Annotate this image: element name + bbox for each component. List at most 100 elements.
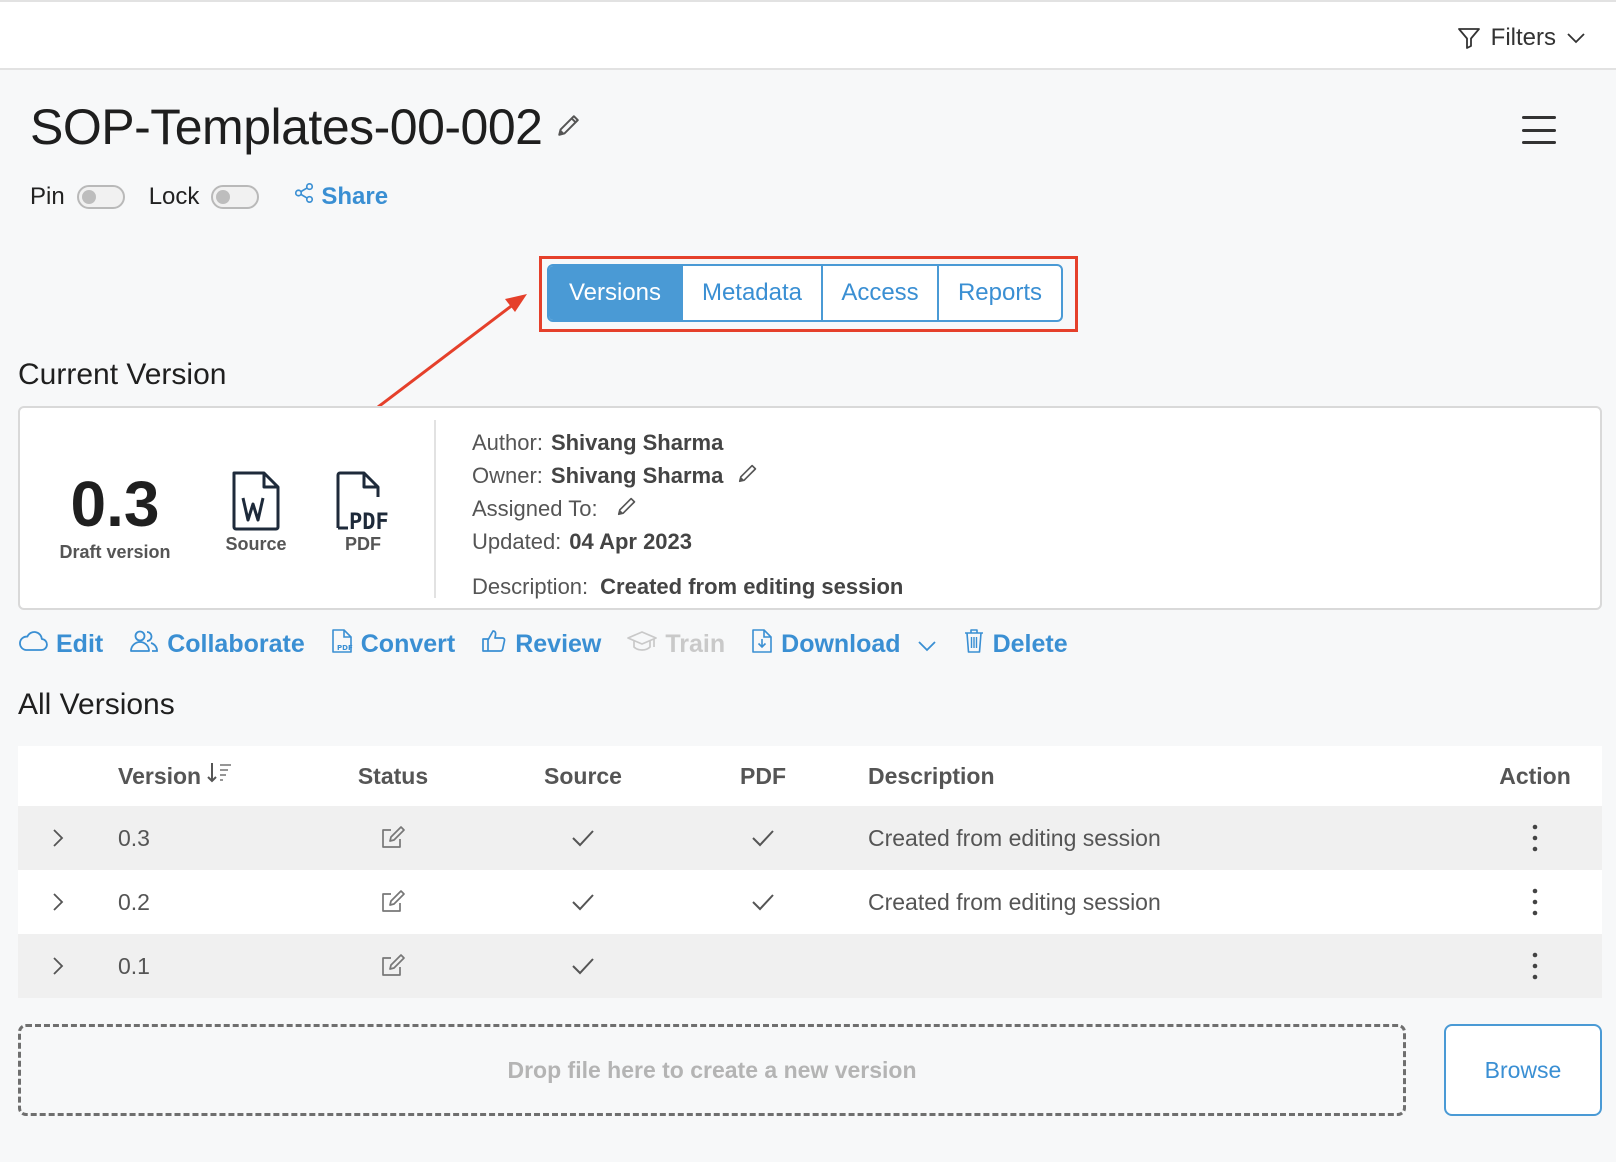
download-button[interactable]: Download (751, 628, 936, 661)
version-details: Author: Shivang Sharma Owner: Shivang Sh… (472, 426, 903, 603)
lock-label: Lock (148, 182, 200, 210)
description-label: Description: (472, 573, 589, 599)
collaborate-button[interactable]: Collaborate (129, 629, 305, 660)
description-row: Description: Created from editing sessio… (472, 570, 903, 603)
toggle-row: Pin Lock Share (30, 182, 388, 211)
graduation-cap-icon (627, 630, 658, 659)
page-title: SOP-Templates-00-002 (30, 99, 543, 155)
pin-toggle[interactable] (76, 184, 125, 209)
delete-button[interactable]: Delete (963, 628, 1068, 661)
file-dropzone[interactable]: Drop file here to create a new version (18, 1024, 1406, 1116)
description-column-header: Description (868, 762, 995, 789)
expand-chevron-icon[interactable] (18, 891, 98, 913)
version-column-header[interactable]: Version (98, 761, 298, 791)
table-row[interactable]: 0.3 Created from editing session (18, 806, 1602, 870)
sort-descending-icon (207, 761, 233, 791)
version-column-label: Version (118, 762, 202, 789)
train-button[interactable]: Train (627, 630, 725, 659)
pdf-check-icon (678, 892, 848, 912)
pencil-icon[interactable] (556, 112, 582, 143)
review-label: Review (515, 630, 602, 658)
share-link[interactable]: Share (293, 182, 388, 211)
filters-label: Filters (1490, 24, 1556, 51)
assigned-row: Assigned To: (472, 492, 903, 525)
current-version-card: 0.3 Draft version Source PDF PDF Author:… (18, 406, 1602, 610)
source-document[interactable]: Source (211, 470, 301, 555)
chevron-down-icon (917, 630, 937, 659)
author-label: Author: (472, 429, 543, 455)
train-label: Train (665, 630, 726, 658)
share-label: Share (321, 182, 389, 210)
chevron-down-icon (1566, 31, 1586, 45)
version-cell: 0.1 (118, 952, 150, 979)
table-row[interactable]: 0.1 (18, 934, 1602, 998)
word-file-icon (211, 470, 301, 532)
review-button[interactable]: Review (481, 629, 601, 660)
source-check-icon (488, 956, 678, 976)
table-row[interactable]: 0.2 Created from editing session (18, 870, 1602, 934)
svg-text:PDF: PDF (349, 510, 389, 532)
top-bar: Filters (0, 0, 1616, 70)
filters-dropdown[interactable]: Filters (1457, 24, 1586, 52)
current-version-title: Current Version (18, 358, 227, 391)
description-cell: Created from editing session (868, 888, 1161, 915)
delete-label: Delete (992, 630, 1068, 658)
view-tabs: Versions Metadata Access Reports (547, 264, 1063, 322)
more-vertical-icon[interactable] (1468, 952, 1602, 980)
more-vertical-icon[interactable] (1468, 824, 1602, 852)
version-badge: 0.3 Draft version (40, 470, 190, 563)
edit-button[interactable]: Edit (18, 630, 103, 659)
version-cell: 0.2 (118, 888, 150, 915)
cloud-icon (18, 630, 48, 659)
all-versions-title: All Versions (18, 688, 175, 721)
edit-label: Edit (56, 630, 104, 658)
tab-access[interactable]: Access (823, 266, 939, 320)
action-column-header: Action (1499, 762, 1571, 789)
title-row: SOP-Templates-00-002 (30, 98, 582, 156)
expand-chevron-icon[interactable] (18, 955, 98, 977)
owner-row: Owner: Shivang Sharma (472, 459, 903, 492)
version-cell: 0.3 (118, 824, 150, 851)
lock-toggle[interactable] (211, 184, 260, 209)
card-divider (434, 420, 436, 598)
tab-versions[interactable]: Versions (549, 266, 683, 320)
source-check-icon (488, 892, 678, 912)
author-value: Shivang Sharma (550, 429, 724, 455)
filter-icon (1457, 26, 1481, 50)
description-value: Created from editing session (600, 573, 904, 599)
collaborate-label: Collaborate (167, 630, 305, 658)
tab-reports[interactable]: Reports (939, 266, 1061, 320)
pin-label: Pin (30, 182, 65, 210)
browse-button[interactable]: Browse (1444, 1024, 1602, 1116)
source-check-icon (488, 828, 678, 848)
pdf-check-icon (678, 828, 848, 848)
hamburger-menu-icon[interactable] (1522, 116, 1556, 144)
assigned-label: Assigned To: (472, 495, 598, 521)
download-file-icon (751, 628, 773, 661)
source-label: Source (225, 534, 287, 554)
description-cell: Created from editing session (868, 824, 1161, 851)
more-vertical-icon[interactable] (1468, 888, 1602, 916)
updated-value: 04 Apr 2023 (569, 528, 693, 554)
updated-label: Updated: (472, 528, 562, 554)
convert-label: Convert (360, 630, 456, 658)
pdf-file-icon: PDF (318, 470, 408, 532)
svg-text:PDF: PDF (337, 644, 353, 652)
table-header: Version Status Source PDF Description Ac… (18, 746, 1602, 806)
pdf-convert-icon: PDF (331, 628, 353, 661)
author-row: Author: Shivang Sharma (472, 426, 903, 459)
version-summary: 0.3 Draft version Source PDF PDF (20, 408, 434, 608)
edit-assignee-pencil-icon[interactable] (616, 495, 638, 523)
versions-table: Version Status Source PDF Description Ac… (18, 746, 1602, 998)
updated-row: Updated: 04 Apr 2023 (472, 525, 903, 558)
version-status-label: Draft version (59, 542, 171, 562)
tab-metadata[interactable]: Metadata (683, 266, 823, 320)
convert-button[interactable]: PDF Convert (331, 628, 455, 661)
expand-chevron-icon[interactable] (18, 827, 98, 849)
users-icon (129, 629, 159, 660)
edit-owner-pencil-icon[interactable] (737, 462, 759, 490)
dropzone-text: Drop file here to create a new version (507, 1056, 917, 1083)
edit-status-icon (298, 889, 488, 915)
thumbs-up-icon (481, 629, 507, 660)
pdf-document[interactable]: PDF PDF (318, 470, 408, 555)
